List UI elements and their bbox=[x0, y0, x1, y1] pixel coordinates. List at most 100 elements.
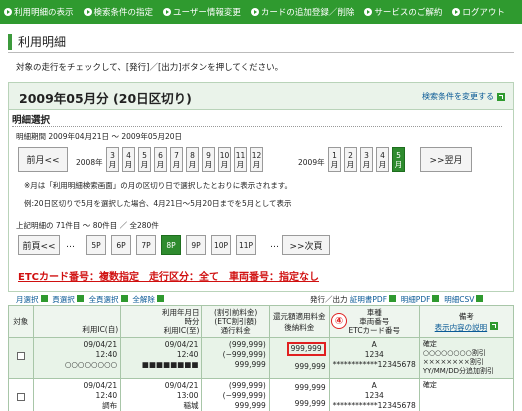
arrow-icon bbox=[476, 295, 484, 302]
arrow-bullet-icon bbox=[163, 8, 172, 16]
arrow-bullet-icon bbox=[364, 8, 373, 16]
cell-to: 09/04/21 13:00 稲城 bbox=[120, 378, 203, 411]
callout-marker: ④ bbox=[331, 313, 347, 329]
table-row: 09/04/21 12:40 ○○○○○○○○ 09/04/21 12:40 ■■■■■… bbox=[8, 337, 515, 379]
month-button-2009-5[interactable]: 5月 bbox=[392, 147, 405, 172]
post-refund: 999,999 bbox=[294, 362, 326, 371]
output-actions: 発行／出力 証明書PDF 明細PDF 明細CSV bbox=[310, 294, 484, 305]
table-row: 09/04/21 12:40 調布 09/04/21 13:00 稲城 (999,999… bbox=[8, 378, 515, 411]
month-suffix: 月 bbox=[252, 159, 261, 169]
to-ic: ■■■■■■■■ bbox=[141, 360, 199, 369]
header-date: 利用年月日 bbox=[161, 308, 200, 317]
month-button-2009-2[interactable]: 2月 bbox=[344, 147, 357, 172]
remark-discount-1: ○○○○○○○○割引 bbox=[422, 349, 486, 357]
from-date: 09/04/21 bbox=[83, 340, 118, 349]
nav-card-register[interactable]: カードの追加登録／削除 bbox=[250, 6, 355, 18]
month-number: 7 bbox=[174, 150, 179, 160]
pre-discount: (999,999) bbox=[228, 381, 266, 390]
month-number: 6 bbox=[158, 150, 163, 160]
filter-summary-link[interactable]: ETCカード番号：複数指定 走行区分：全て 車両番号：指定なし bbox=[18, 268, 319, 283]
clear-all-link[interactable]: 全解除 bbox=[132, 294, 164, 305]
month-number: 5 bbox=[142, 150, 147, 160]
header-refund: 還元額適用料金 後納料金 bbox=[268, 305, 330, 338]
all-select-link[interactable]: 全頁選択 bbox=[89, 294, 128, 305]
cell-vehicle: A 1234 ************12345678 bbox=[328, 378, 420, 411]
header-time: 時分 bbox=[184, 317, 200, 326]
prev-month-button[interactable]: 前月<< bbox=[18, 147, 68, 172]
month-button-2008-8[interactable]: 8月 bbox=[186, 147, 199, 172]
month-suffix: 月 bbox=[378, 159, 387, 169]
month-suffix: 月 bbox=[362, 159, 371, 169]
month-note: ※月は「利用明細検索画面」の月の区切り日で選択したとおりに表示されます。 bbox=[24, 181, 293, 190]
period-header: 2009年05月分 (20日区切り) 検索条件を変更する bbox=[9, 83, 513, 110]
month-button-2008-3[interactable]: 3月 bbox=[106, 147, 119, 172]
cell-toll: (999,999) (−999,999) 999,999 bbox=[201, 337, 270, 379]
month-button-2009-4[interactable]: 4月 bbox=[376, 147, 389, 172]
month-suffix: 月 bbox=[172, 159, 181, 169]
month-button-2009-3[interactable]: 3月 bbox=[360, 147, 373, 172]
month-button-2008-6[interactable]: 6月 bbox=[154, 147, 167, 172]
month-suffix: 月 bbox=[330, 159, 339, 169]
month-button-2009-1[interactable]: 1月 bbox=[328, 147, 341, 172]
header-post-refund: 後納料金 bbox=[284, 322, 315, 332]
nav-user-info[interactable]: ユーザー情報変更 bbox=[163, 6, 241, 18]
header-use-ic: 利用IC(自) bbox=[32, 305, 122, 338]
month-select-link[interactable]: 月選択 bbox=[16, 294, 48, 305]
period-title: 2009年05月分 (20日区切り) bbox=[19, 91, 192, 106]
prev-page-button[interactable]: 前頁<< bbox=[18, 235, 60, 255]
header-etc-discount: (ETC割引額) bbox=[214, 317, 257, 326]
header-card-no: ETCカード番号 bbox=[348, 326, 401, 335]
statement-pdf-link[interactable]: 証明書PDF bbox=[350, 294, 397, 305]
clear-all-label: 全解除 bbox=[132, 295, 155, 304]
month-button-2008-11[interactable]: 11 月 bbox=[234, 147, 247, 172]
month-button-2008-5[interactable]: 5月 bbox=[138, 147, 151, 172]
nav-statement-view[interactable]: 利用明細の表示 bbox=[4, 6, 74, 18]
selection-heading: 明細選択 bbox=[12, 115, 51, 126]
month-button-2008-4[interactable]: 4月 bbox=[122, 147, 135, 172]
page-button-7P[interactable]: 7P bbox=[136, 235, 156, 255]
page-button-6P[interactable]: 6P bbox=[111, 235, 131, 255]
page-ellipsis: … bbox=[66, 240, 75, 250]
page-button-10P[interactable]: 10P bbox=[211, 235, 231, 255]
detail-pdf-link[interactable]: 明細PDF bbox=[401, 294, 440, 305]
nav-search-conditions[interactable]: 検索条件の指定 bbox=[83, 6, 153, 18]
nav-logout[interactable]: ログアウト bbox=[452, 6, 505, 18]
page-button-5P[interactable]: 5P bbox=[86, 235, 106, 255]
to-ic: 稲城 bbox=[183, 401, 199, 410]
detail-csv-link[interactable]: 明細CSV bbox=[444, 294, 484, 305]
page-button-8P[interactable]: 8P bbox=[161, 235, 181, 255]
remarks-help-label: 表示内容の説明 bbox=[434, 322, 488, 332]
month-button-2008-10[interactable]: 10 月 bbox=[218, 147, 231, 172]
row-checkbox[interactable] bbox=[16, 352, 25, 360]
page-select-link[interactable]: 頁選択 bbox=[52, 294, 84, 305]
month-number: 2 bbox=[348, 150, 353, 160]
nav-cancel-service[interactable]: サービスのご解約 bbox=[364, 6, 442, 18]
remark-discount-3: YY/MM/DD分追加割引 bbox=[422, 367, 494, 375]
page-button-9P[interactable]: 9P bbox=[186, 235, 206, 255]
month-number: 1 bbox=[332, 150, 337, 160]
record-count: 上記明細の 71件目 〜 80件目 ／ 全280件 bbox=[16, 221, 159, 230]
month-button-2008-12[interactable]: 12 月 bbox=[250, 147, 263, 172]
next-month-button[interactable]: >>翌月 bbox=[420, 147, 472, 172]
search-change-link[interactable]: 検索条件を変更する bbox=[422, 91, 505, 102]
selection-divider bbox=[12, 126, 502, 127]
page-button-11P[interactable]: 11P bbox=[236, 235, 256, 255]
remark-status: 確定 bbox=[422, 340, 437, 348]
row-checkbox[interactable] bbox=[16, 393, 25, 401]
arrow-icon bbox=[432, 295, 440, 302]
next-page-button[interactable]: >>次頁 bbox=[282, 235, 330, 255]
month-number: 10 bbox=[219, 150, 230, 160]
nav-label: カードの追加登録／削除 bbox=[260, 8, 355, 18]
month-button-2008-9[interactable]: 9月 bbox=[202, 147, 215, 172]
month-suffix: 月 bbox=[220, 159, 229, 169]
remarks-help-link[interactable]: 表示内容の説明 bbox=[422, 321, 511, 333]
etc-discount: (−999,999) bbox=[222, 391, 266, 400]
from-date: 09/04/21 bbox=[83, 381, 118, 390]
month-button-2008-7[interactable]: 7月 bbox=[170, 147, 183, 172]
header-use-ic-to: 利用IC(至) bbox=[163, 326, 200, 335]
month-number: 8 bbox=[190, 150, 195, 160]
detail-pdf-label: 明細PDF bbox=[400, 295, 431, 304]
vehicle-type: A bbox=[371, 340, 377, 349]
from-ic: 調布 bbox=[102, 401, 118, 410]
header-remarks: 備考 表示内容の説明 bbox=[418, 305, 515, 338]
